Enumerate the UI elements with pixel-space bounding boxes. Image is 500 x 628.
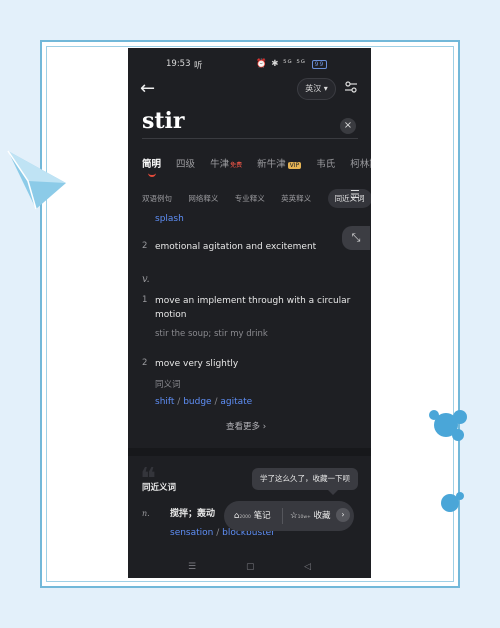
see-more-link[interactable]: 查看更多 › <box>226 420 266 432</box>
verb-sense-1-example: stir the soup; stir my drink <box>155 329 268 339</box>
tab-oxford-label: 牛津 <box>210 159 230 170</box>
synonym-label: 同义词 <box>155 380 181 390</box>
action-bar-separator <box>282 508 283 524</box>
chevron-right-icon[interactable]: › <box>336 508 350 522</box>
status-icons-text: ⏰ ✱ ⁵ᴳ ⁵ᴳ <box>256 59 306 69</box>
filter-settings-icon[interactable] <box>344 80 358 94</box>
clear-icon[interactable]: × <box>340 118 356 134</box>
tab-oxford[interactable]: 牛津免费 <box>210 159 242 170</box>
favorite-label: 收藏 <box>313 511 331 521</box>
tab-new-oxford[interactable]: 新牛津 VIP <box>257 159 302 170</box>
floating-action-bar: ⌂2000 笔记 ☆10w+ 收藏 › <box>224 501 354 531</box>
free-badge: 免费 <box>230 162 243 169</box>
section-divider <box>128 448 371 456</box>
synonym-link-sensation[interactable]: sensation <box>170 528 213 538</box>
noun-sense-2-number: 2 <box>142 241 148 251</box>
star-icon: ☆ <box>290 511 298 521</box>
tab-webster[interactable]: 韦氏 <box>316 159 335 170</box>
menu-icon[interactable]: ☰ <box>350 188 360 201</box>
status-network-label: 听 <box>194 61 203 71</box>
synonym-separator: / <box>174 397 184 407</box>
tab-collins[interactable]: 柯林斯 <box>350 159 371 170</box>
dictionary-tabs: 简明 四级 牛津免费 新牛津VIP 韦氏 柯林斯 <box>142 156 371 170</box>
vip-badge: VIP <box>287 162 302 169</box>
paint-splash-icon <box>429 410 467 441</box>
paint-splash-small-icon <box>441 492 464 512</box>
subtab-bilingual-examples[interactable]: 双语例句 <box>142 194 172 203</box>
favorite-button[interactable]: ☆10w+ 收藏 <box>290 509 331 521</box>
favorite-count: 10w+ <box>297 515 311 520</box>
note-button[interactable]: ⌂2000 笔记 <box>234 509 271 521</box>
status-time: 19:53 <box>166 59 191 69</box>
note-label: 笔记 <box>253 511 271 521</box>
expand-icon[interactable]: ⤡ <box>342 226 370 250</box>
phone-screen: 19:53 听 ⏰ ✱ ⁵ᴳ ⁵ᴳ 99 ← 英汉 ▾ stir × 简明 四级… <box>128 48 371 578</box>
active-tab-indicator <box>148 172 156 177</box>
tab-cet4[interactable]: 四级 <box>176 159 195 170</box>
nav-back-icon[interactable]: ◁ <box>304 562 311 572</box>
note-count: 2000 <box>239 515 251 520</box>
back-arrow-icon[interactable]: ← <box>140 78 155 99</box>
synonyms-section-title: 同近义词 <box>142 483 177 493</box>
synonym-link-agitate[interactable]: agitate <box>220 397 252 407</box>
tab-new-oxford-label: 新牛津 <box>257 159 286 170</box>
section-subtabs: 双语例句 网络释义 专业释义 英英释义 同近义词 <box>142 189 371 208</box>
verb-sense-1-line-2: motion <box>155 310 187 320</box>
tab-concise[interactable]: 简明 <box>142 159 161 170</box>
search-underline <box>142 138 358 139</box>
subtab-professional[interactable]: 专业释义 <box>235 194 265 203</box>
synonyms-pos-label: n. <box>142 509 150 518</box>
search-word[interactable]: stir <box>142 108 185 134</box>
verb-sense-2-number: 2 <box>142 358 148 368</box>
status-icons: ⏰ ✱ ⁵ᴳ ⁵ᴳ 99 <box>256 59 328 69</box>
noun-related-link[interactable]: splash <box>155 212 184 226</box>
synonym-link-shift[interactable]: shift <box>155 397 174 407</box>
nav-menu-icon[interactable]: ☰ <box>188 562 196 572</box>
synonym-separator: / <box>213 528 223 538</box>
verb-sense-2: move very slightly <box>155 359 239 369</box>
synonym-links: shift / budge / agitate <box>155 395 252 409</box>
tooltip-tail <box>328 490 338 495</box>
battery-icon: 99 <box>311 60 328 69</box>
favorite-tooltip: 学了这么久了，收藏一下呗 <box>252 468 358 490</box>
verb-pos-label: v. <box>142 274 150 285</box>
verb-sense-1-number: 1 <box>142 295 148 305</box>
chevron-down-icon: ▾ <box>323 84 328 93</box>
verb-sense-1-line-1: move an implement through with a circula… <box>155 296 351 306</box>
synonyms-meaning: 搅拌；轰动 <box>170 509 216 519</box>
nav-home-icon[interactable]: ▢ <box>246 562 255 572</box>
synonym-link-budge[interactable]: budge <box>183 397 211 407</box>
paper-plane-icon <box>7 150 66 210</box>
language-label: 英汉 <box>305 84 322 93</box>
language-selector[interactable]: 英汉 ▾ <box>297 78 336 100</box>
subtab-web-definitions[interactable]: 网络释义 <box>188 194 218 203</box>
system-nav-bar: ☰ ▢ ◁ <box>128 560 371 578</box>
noun-sense-2: emotional agitation and excitement <box>155 242 317 252</box>
subtab-english-english[interactable]: 英英释义 <box>281 194 311 203</box>
status-bar: 19:53 听 ⏰ ✱ ⁵ᴳ ⁵ᴳ 99 <box>128 48 371 78</box>
